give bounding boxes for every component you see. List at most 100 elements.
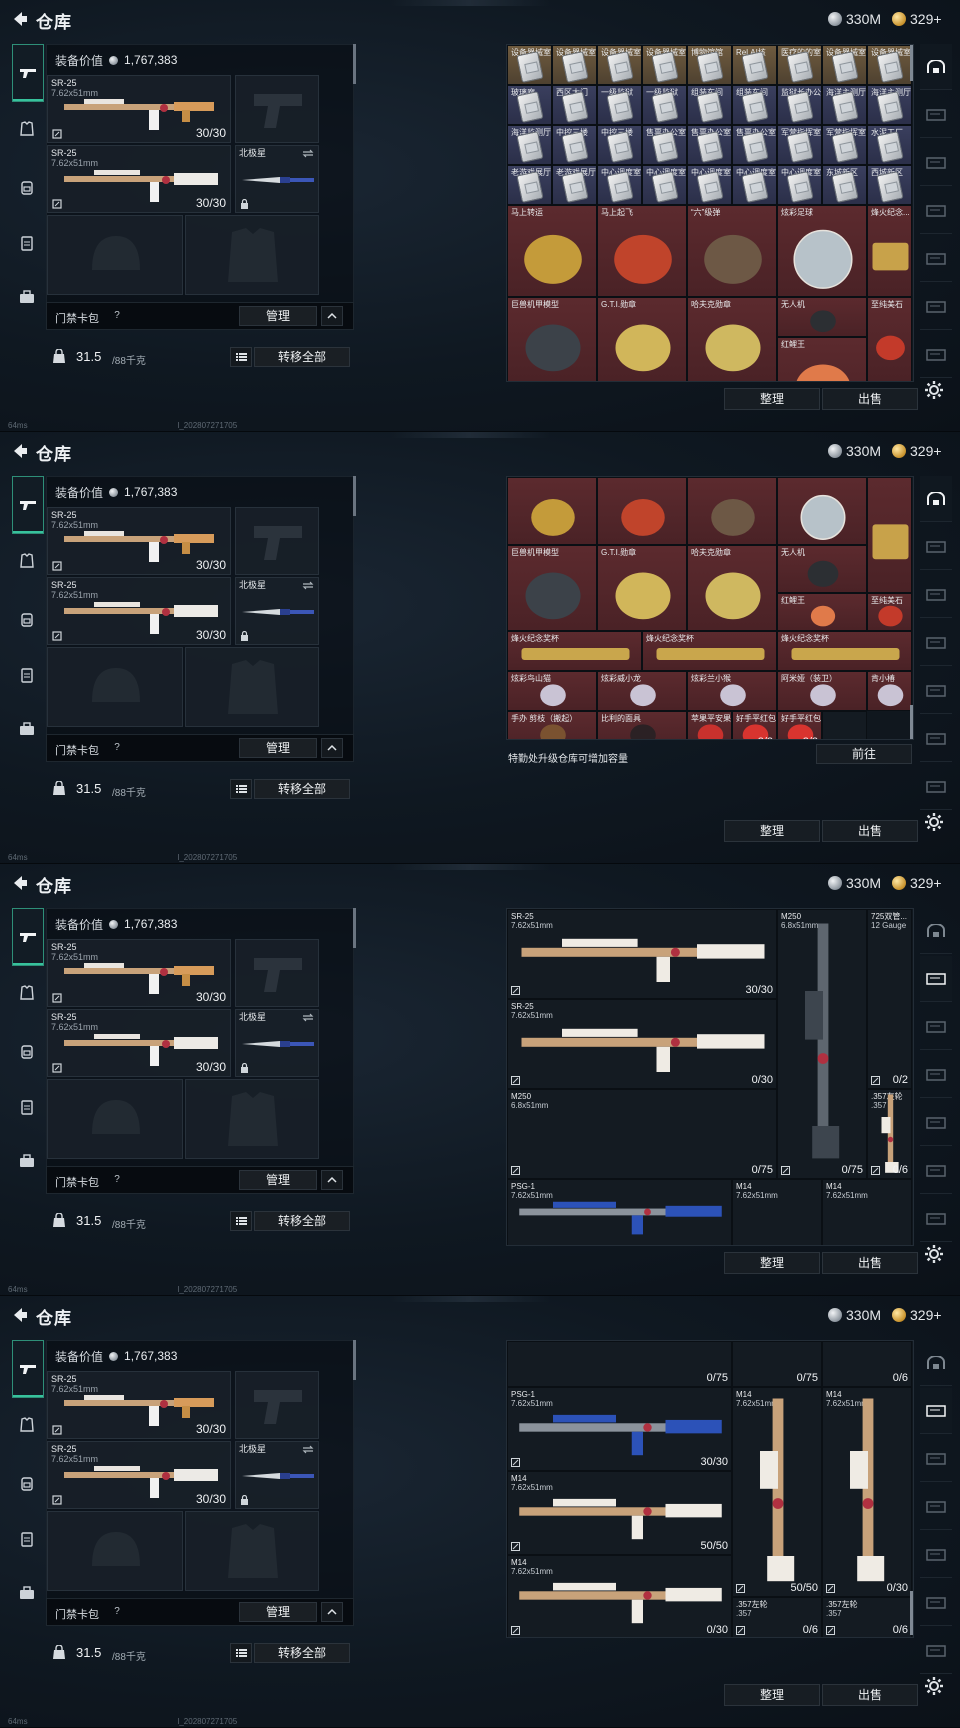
nav-armor[interactable]	[12, 114, 42, 144]
collectible-item[interactable]	[777, 477, 867, 545]
keycard-item[interactable]: 售票办公室	[687, 125, 732, 165]
keycard-item[interactable]: 设备器械室	[507, 45, 552, 85]
sell-button[interactable]: 出售	[822, 1684, 918, 1706]
tab-gear[interactable]	[920, 140, 952, 186]
nav-vest[interactable]	[12, 1524, 42, 1554]
list-button[interactable]	[230, 1643, 252, 1663]
sort-button[interactable]: 整理	[724, 388, 820, 410]
help-icon[interactable]: ?	[109, 1172, 125, 1188]
trophy-item[interactable]: 烽火纪念奖杯	[777, 631, 912, 671]
weapon-item[interactable]: 0/75	[732, 1341, 822, 1387]
silver-currency[interactable]: 330M	[828, 873, 881, 893]
keycard-item[interactable]: 售票办公室	[642, 125, 687, 165]
tab-medical[interactable]	[920, 1532, 952, 1578]
helmet-slot[interactable]	[47, 1079, 183, 1159]
back-arrow-icon[interactable]	[10, 1305, 30, 1325]
keycard-item[interactable]: 老游戏展厅	[552, 165, 597, 205]
weapon-item[interactable]: 0/75	[507, 1341, 732, 1387]
nav-backpack[interactable]	[12, 1036, 42, 1066]
manage-button[interactable]: 管理	[239, 1170, 317, 1190]
keycard-item[interactable]: 中控三楼	[552, 125, 597, 165]
tab-ammo[interactable]	[920, 1484, 952, 1530]
move-all-button[interactable]: 转移全部	[254, 347, 350, 367]
back-arrow-icon[interactable]	[10, 9, 30, 29]
weapon-item[interactable]: M14 7.62x51mm 0/30	[507, 1555, 732, 1637]
weapon-item[interactable]: SR-25 7.62x51mm 0/30	[507, 999, 777, 1089]
list-button[interactable]	[230, 1211, 252, 1231]
figure-item[interactable]: 炫彩鸟山猫	[507, 671, 597, 711]
keycard-item[interactable]: 中心调度室	[642, 165, 687, 205]
nav-vest[interactable]	[12, 228, 42, 258]
collectible-item[interactable]	[687, 477, 777, 545]
gold-currency[interactable]: 329+	[892, 873, 942, 893]
swap-icon[interactable]	[302, 149, 314, 158]
back-arrow-icon[interactable]	[10, 873, 30, 893]
manage-button[interactable]: 管理	[239, 738, 317, 758]
storage-grid[interactable]: 设备器械室设备器械室设备器械室设备器械室博物馆馆Rel.AI核医疗的的室设备器械…	[506, 44, 914, 382]
manage-button[interactable]: 管理	[239, 306, 317, 326]
tab-keys[interactable]	[920, 1148, 952, 1194]
tab-gear[interactable]	[920, 1004, 952, 1050]
weapon-item[interactable]: .357左轮 .357 0/6	[822, 1597, 912, 1637]
misc-item[interactable]: 好手平红包3/3	[777, 711, 822, 739]
collapse-button[interactable]	[321, 738, 343, 758]
body-armor-slot[interactable]	[185, 647, 319, 727]
equipment-scrollbar[interactable]	[353, 1340, 356, 1380]
figure-item[interactable]: 炫彩威小龙	[597, 671, 687, 711]
weapon-item[interactable]: M14 7.62x51mm	[822, 1179, 912, 1245]
melee-slot[interactable]: 北极星	[235, 1441, 319, 1509]
tab-keys[interactable]	[920, 716, 952, 762]
move-all-button[interactable]: 转移全部	[254, 779, 350, 799]
body-armor-slot[interactable]	[185, 1079, 319, 1159]
tab-misc[interactable]	[920, 332, 952, 378]
keycard-item[interactable]: 中心调度室	[777, 165, 822, 205]
tab-weapons[interactable]	[920, 956, 952, 1002]
tab-ammo[interactable]	[920, 1052, 952, 1098]
swap-icon[interactable]	[302, 581, 314, 590]
nav-armor[interactable]	[12, 978, 42, 1008]
melee-slot[interactable]: 北极星	[235, 577, 319, 645]
pistol-slot[interactable]	[235, 1371, 319, 1439]
nav-case[interactable]	[12, 1146, 42, 1176]
secondary-weapon-slot[interactable]: SR-25 7.62x51mm 30/30	[47, 1441, 231, 1509]
keycard-item[interactable]: 中心调度室	[597, 165, 642, 205]
weapon-item[interactable]: M14 7.62x51mm 50/50	[507, 1471, 732, 1555]
keycard-item[interactable]: 一级监狱	[642, 85, 687, 125]
collectible-item[interactable]: 马上转运	[507, 205, 597, 297]
trophy-item[interactable]: 烽火纪念奖杯	[507, 631, 642, 671]
keycard-item[interactable]: 水泥工厂	[867, 125, 912, 165]
tab-collectibles[interactable]	[920, 44, 952, 90]
keycard-item[interactable]: 设备器械室	[552, 45, 597, 85]
figure-item[interactable]: 炫彩兰小猴	[687, 671, 777, 711]
collectible-item[interactable]	[597, 477, 687, 545]
misc-item[interactable]: 手办 剪枝（搬起）	[507, 711, 597, 739]
keycard-item[interactable]: 中心调度室	[732, 165, 777, 205]
keycard-item[interactable]: 设备器械室	[642, 45, 687, 85]
keycard-item[interactable]: 设备器械室	[822, 45, 867, 85]
keycard-item[interactable]: 监狱长办公	[777, 85, 822, 125]
weapon-item[interactable]: 0/6	[822, 1341, 912, 1387]
tab-weapons[interactable]	[920, 524, 952, 570]
pistol-slot[interactable]	[235, 75, 319, 143]
storage-scrollbar[interactable]	[910, 45, 913, 81]
nav-armor[interactable]	[12, 546, 42, 576]
tab-ammo[interactable]	[920, 620, 952, 666]
helmet-slot[interactable]	[47, 215, 183, 295]
collapse-button[interactable]	[321, 1602, 343, 1622]
tab-collectibles[interactable]	[920, 1340, 952, 1386]
collectible-item[interactable]	[867, 477, 912, 593]
keycard-item[interactable]: 售票办公室	[732, 125, 777, 165]
keycard-item[interactable]: 博物馆馆	[687, 45, 732, 85]
keycard-item[interactable]: 军营指挥室	[777, 125, 822, 165]
storage-grid[interactable]: 0/75 0/75 0/6 PSG-1 7.62x51mm 30/30 M14 7.62x5…	[506, 1340, 914, 1638]
gold-currency[interactable]: 329+	[892, 1305, 942, 1325]
primary-weapon-slot[interactable]: SR-25 7.62x51mm 30/30	[47, 507, 231, 575]
keycard-item[interactable]: 西区大门	[552, 85, 597, 125]
nav-weapons[interactable]	[12, 44, 44, 102]
collectible-item[interactable]: 巨兽机甲模型	[507, 297, 597, 381]
weapon-item[interactable]: .357左轮 .357 0/6	[867, 1089, 912, 1179]
keycard-item[interactable]: 设备器械室	[597, 45, 642, 85]
keycard-item[interactable]: 中心调度室	[687, 165, 732, 205]
goto-button[interactable]: 前往	[816, 744, 912, 764]
body-armor-slot[interactable]	[185, 1511, 319, 1591]
